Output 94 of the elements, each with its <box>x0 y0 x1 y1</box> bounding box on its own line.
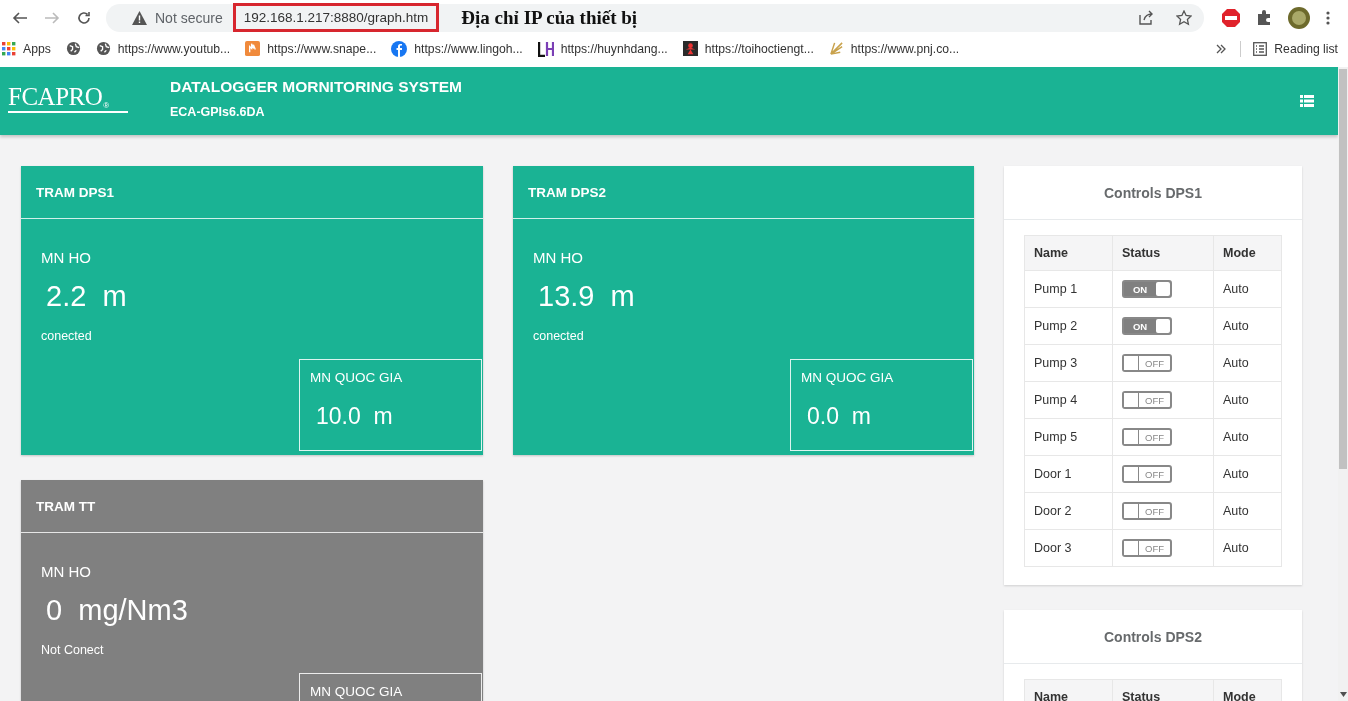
bookmark[interactable]: https://www.youtub... <box>95 41 231 56</box>
column-header: Status <box>1112 679 1214 701</box>
column-header: Name <box>1024 235 1113 271</box>
reference-label: MN QUOC GIA <box>310 684 404 699</box>
globe-icon <box>95 41 111 56</box>
bookmark-label: https://www.youtub... <box>117 41 231 56</box>
fan-icon <box>828 41 844 56</box>
device-name-cell: Pump 5 <box>1024 418 1113 456</box>
station-title: TRAM DPS1 <box>36 184 114 200</box>
share-icon[interactable] <box>1138 9 1154 26</box>
stop-sign-icon[interactable] <box>1222 8 1240 27</box>
reference-value: 0.0 m <box>807 403 872 430</box>
toggle-switch[interactable]: OFF <box>1122 428 1172 446</box>
bookmark[interactable]: https://www.snape... <box>245 41 377 56</box>
mode-cell: Auto <box>1213 270 1282 308</box>
figure-icon <box>682 41 698 56</box>
mode-cell: Auto <box>1213 418 1282 456</box>
station-title: TRAM DPS2 <box>528 184 606 200</box>
avatar-icon[interactable] <box>1288 6 1310 29</box>
scrollbar-thumb[interactable] <box>1339 69 1347 469</box>
controls-title: Controls DPS1 <box>1104 184 1202 201</box>
toggle-switch[interactable]: OFF <box>1122 354 1172 372</box>
column-header: Name <box>1024 679 1113 701</box>
device-name-cell: Door 1 <box>1024 455 1113 493</box>
connection-status: Not Conect <box>41 643 105 657</box>
device-name-cell: Door 2 <box>1024 492 1113 530</box>
puzzle-icon[interactable] <box>1256 9 1272 26</box>
reference-label: MN QUOC GIA <box>801 370 895 385</box>
security-label: Not secure <box>155 9 223 26</box>
connection-status: conected <box>41 329 93 343</box>
reference-label: MN QUOC GIA <box>310 370 404 385</box>
device-name-cell: Pump 2 <box>1024 307 1113 345</box>
column-header: Status <box>1112 235 1214 271</box>
bookmark[interactable]: Apps <box>2 41 51 56</box>
device-name-cell: Door 3 <box>1024 529 1113 567</box>
bookmark[interactable]: https://www.lingoh... <box>391 40 523 57</box>
toggle-switch[interactable]: OFF <box>1122 391 1172 409</box>
toggle-switch[interactable]: OFF <box>1122 465 1172 483</box>
mode-cell: Auto <box>1213 455 1282 493</box>
bookmark-label: Apps <box>23 41 51 56</box>
measure-label: MN HO <box>41 563 92 580</box>
mode-cell: Auto <box>1213 492 1282 530</box>
facebook-icon <box>391 40 408 57</box>
mode-cell: Auto <box>1213 344 1282 382</box>
apps-grid-icon <box>2 41 16 56</box>
toggle-switch[interactable]: ON <box>1122 280 1172 298</box>
bookmark[interactable]: https://www.pnj.co... <box>828 41 960 56</box>
bookmark[interactable]: https://huynhdang... <box>537 40 668 57</box>
chevron-icon[interactable] <box>1216 43 1227 54</box>
globe-icon <box>65 41 81 56</box>
annotation-text: Địa chỉ IP của thiết bị <box>461 6 638 29</box>
star-icon[interactable] <box>1176 9 1192 26</box>
mode-cell: Auto <box>1213 529 1282 567</box>
back-icon[interactable] <box>12 9 28 26</box>
connection-status: conected <box>533 329 585 343</box>
controls-title: Controls DPS2 <box>1104 628 1202 645</box>
toggle-switch[interactable]: ON <box>1122 317 1172 335</box>
measure-value: 13.9 m <box>538 280 636 313</box>
lh-icon <box>537 40 554 57</box>
reading-list-button[interactable]: Reading list <box>1253 41 1338 56</box>
logo: FCAPRO® <box>8 84 128 113</box>
device-name: ECA-GPIs6.6DA <box>170 105 266 119</box>
device-name-cell: Pump 3 <box>1024 344 1113 382</box>
hand-icon <box>245 41 261 56</box>
column-header: Mode <box>1213 235 1282 271</box>
mode-cell: Auto <box>1213 307 1282 345</box>
scroll-down-icon[interactable] <box>1339 692 1347 697</box>
measure-label: MN HO <box>41 249 92 266</box>
bookmark-label: https://toihoctiengt... <box>704 41 814 56</box>
bookmark[interactable] <box>65 41 81 56</box>
app-title: DATALOGGER MORNITORING SYSTEM <box>170 78 462 96</box>
bookmark-label: https://huynhdang... <box>560 41 668 56</box>
bookmark[interactable]: https://toihoctiengt... <box>682 41 814 56</box>
device-name-cell: Pump 4 <box>1024 381 1113 419</box>
url-text: 192.168.1.217:8880/graph.htm <box>232 3 440 32</box>
column-header: Mode <box>1213 679 1282 701</box>
mode-cell: Auto <box>1213 381 1282 419</box>
menu-icon[interactable] <box>1326 10 1330 25</box>
station-title: TRAM TT <box>36 498 96 514</box>
toggle-switch[interactable]: OFF <box>1122 539 1172 557</box>
warning-icon <box>132 10 147 25</box>
list-menu-icon[interactable] <box>1300 95 1314 107</box>
measure-label: MN HO <box>533 249 584 266</box>
list-icon <box>1253 41 1268 56</box>
device-name-cell: Pump 1 <box>1024 270 1113 308</box>
bookmark-label: https://www.snape... <box>267 41 377 56</box>
toggle-switch[interactable]: OFF <box>1122 502 1172 520</box>
measure-value: 2.2 m <box>46 280 128 313</box>
measure-value: 0 mg/Nm3 <box>46 594 189 627</box>
address-bar[interactable]: Not secure 192.168.1.217:8880/graph.htm Địa chỉ IP của thiết bị <box>106 3 1204 32</box>
reference-value: 10.0 m <box>316 403 394 430</box>
bookmark-label: https://www.lingoh... <box>414 41 523 56</box>
reload-icon[interactable] <box>76 9 92 26</box>
bookmark-label: https://www.pnj.co... <box>850 41 960 56</box>
